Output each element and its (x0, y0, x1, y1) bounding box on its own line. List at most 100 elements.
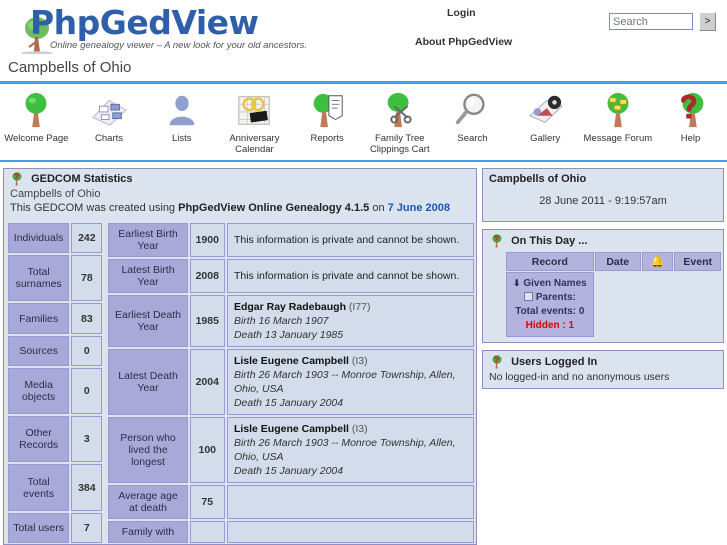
column-header-event[interactable]: Event (674, 252, 721, 271)
help-tree-icon[interactable] (490, 234, 503, 248)
person-name[interactable]: Edgar Ray Radebaugh (234, 301, 346, 313)
table-row: ⬇ Given Names Parents: Total events: 0 H… (506, 272, 721, 337)
nav-item-welcome-page[interactable]: Welcome Page (0, 86, 73, 144)
search-input[interactable] (609, 13, 693, 30)
gedcom-name: Campbells of Ohio (10, 188, 101, 200)
page-root: PhpGedView Online genealogy viewer – A n… (0, 0, 727, 545)
login-link[interactable]: Login (447, 7, 476, 19)
given-names-sort[interactable]: ⬇ Given Names (513, 276, 587, 291)
report-icon (291, 90, 364, 130)
stat-value (189, 521, 225, 543)
logo-tagline: Online genealogy viewer – A new look for… (50, 40, 307, 51)
nav-item-message-forum[interactable]: Message Forum (582, 86, 655, 144)
nav-item-reports[interactable]: Reports (291, 86, 364, 144)
stat-label: Person who lived the longest (108, 417, 188, 483)
stat-detail: This information is private and cannot b… (226, 223, 474, 257)
nav-item-label: Charts (95, 133, 124, 144)
person-id: (I3) (351, 423, 368, 435)
table-row: Total events 384 (8, 464, 103, 511)
stat-value: 1985 (189, 295, 225, 347)
about-link[interactable]: About PhpGedView (415, 36, 512, 48)
nav-item-anniversary-calendar[interactable]: Anniversary Calendar (218, 86, 291, 155)
table-row: Total users 7 (8, 512, 103, 543)
table-row: Total surnames 78 (8, 255, 103, 302)
nav-item-label: Search (457, 133, 488, 144)
on-this-day-table: Record Date 🔔 Event ⬇ Given Names Parent… (505, 251, 722, 338)
stat-label: Media objects (8, 367, 70, 415)
created-date: 7 June 2008 (387, 202, 450, 214)
column-header-record[interactable]: Record (506, 252, 594, 271)
nav-item-help[interactable]: Help (654, 86, 727, 144)
help-tree-icon[interactable] (490, 355, 503, 369)
stat-value: 83 (71, 303, 103, 334)
nav-item-family-tree-clippings-cart[interactable]: Family Tree Clippings Cart (363, 86, 436, 155)
site-header: PhpGedView Online genealogy viewer – A n… (0, 0, 727, 55)
stat-label: Total events (8, 464, 70, 511)
search-submit-button[interactable]: > (699, 12, 716, 31)
person-name[interactable]: Lisle Eugene Campbell (234, 423, 349, 435)
stat-value: 2008 (189, 259, 225, 293)
gedcom-created-line: This GEDCOM was created using PhpGedView… (4, 200, 476, 217)
nav-item-lists[interactable]: Lists (145, 86, 218, 144)
stat-value: 7 (71, 512, 103, 543)
statistics-title: GEDCOM Statistics (31, 173, 133, 185)
person-birth: Birth 26 March 1903 -- Monroe Township, … (233, 437, 456, 463)
checkbox-icon[interactable] (523, 292, 533, 301)
nav-divider (0, 160, 727, 162)
person-icon (145, 90, 218, 130)
stat-detail: Edgar Ray Radebaugh (I77) Birth 16 March … (226, 295, 474, 347)
bell-icon[interactable]: 🔔 (641, 252, 674, 271)
empty-cell (594, 272, 641, 337)
stat-label: Families (8, 303, 70, 334)
nav-item-gallery[interactable]: Gallery (509, 86, 582, 144)
sort-arrow-icon: ⬇ (513, 278, 521, 288)
nav-item-label: Gallery (530, 133, 561, 144)
magnifier-icon (436, 90, 509, 130)
stat-value: 100 (189, 417, 225, 483)
on-this-day-panel: On This Day ... Record Date 🔔 Event ⬇ Gi… (482, 229, 724, 343)
calendar-icon (218, 90, 291, 130)
stat-label: Total users (8, 512, 70, 543)
gedcom-statistics-panel: GEDCOM Statistics Campbells of Ohio This… (3, 168, 477, 545)
nav-item-label: Family Tree Clippings Cart (369, 133, 430, 155)
stat-detail (226, 485, 474, 519)
page-title: Campbells of Ohio (8, 59, 132, 76)
stat-label: Latest Birth Year (108, 259, 188, 293)
stat-detail: Lisle Eugene Campbell (I3) Birth 26 March… (226, 349, 474, 415)
site-logo[interactable]: PhpGedView Online genealogy viewer – A n… (8, 2, 308, 54)
person-name[interactable]: Lisle Eugene Campbell (234, 355, 349, 367)
message-tree-icon (582, 90, 655, 130)
table-header-row: Record Date 🔔 Event (506, 252, 721, 271)
stat-label: Latest Death Year (108, 349, 188, 415)
table-row: Average age at death 75 (108, 485, 474, 519)
counts-table: Individuals 242 Total surnames 78 Families 83… (6, 221, 104, 544)
parents-toggle[interactable]: Parents: (513, 291, 587, 305)
tree-icon (0, 90, 73, 130)
private-notice: This information is private and cannot b… (233, 234, 460, 246)
stat-value: 242 (71, 223, 103, 254)
stat-label: Average age at death (108, 485, 188, 519)
stat-label: Other Records (8, 416, 70, 463)
person-death: Death 15 January 2004 (233, 465, 344, 477)
nav-item-label: Welcome Page (4, 133, 69, 144)
nav-item-charts[interactable]: Charts (73, 86, 146, 144)
person-id: (I3) (351, 355, 368, 367)
on-this-day-title: On This Day ... (511, 235, 588, 247)
table-row: Earliest Death Year 1985 Edgar Ray Radebau… (108, 295, 474, 347)
users-logged-in-panel: Users Logged In No logged-in and no anon… (482, 350, 724, 389)
stat-value: 2004 (189, 349, 225, 415)
column-header-date[interactable]: Date (594, 252, 641, 271)
created-app: PhpGedView Online Genealogy 4.1.5 (178, 202, 370, 214)
person-birth: Birth 16 March 1907 (233, 315, 329, 327)
stat-label: Total surnames (8, 255, 70, 302)
tree-info-title: Campbells of Ohio (489, 173, 587, 185)
chart-icon (73, 90, 146, 130)
nav-item-label: Lists (171, 133, 192, 144)
nav-item-search[interactable]: Search (436, 86, 509, 144)
help-tree-icon[interactable] (10, 172, 23, 186)
statistics-tables: Individuals 242 Total surnames 78 Families 83… (4, 221, 476, 544)
nav-item-label: Anniversary Calendar (229, 133, 280, 155)
records-table: Earliest Birth Year 1900 This information … (106, 221, 476, 544)
tree-info-panel: Campbells of Ohio 28 June 2011 - 9:19:57… (482, 168, 724, 222)
table-row: Families 83 (8, 303, 103, 334)
